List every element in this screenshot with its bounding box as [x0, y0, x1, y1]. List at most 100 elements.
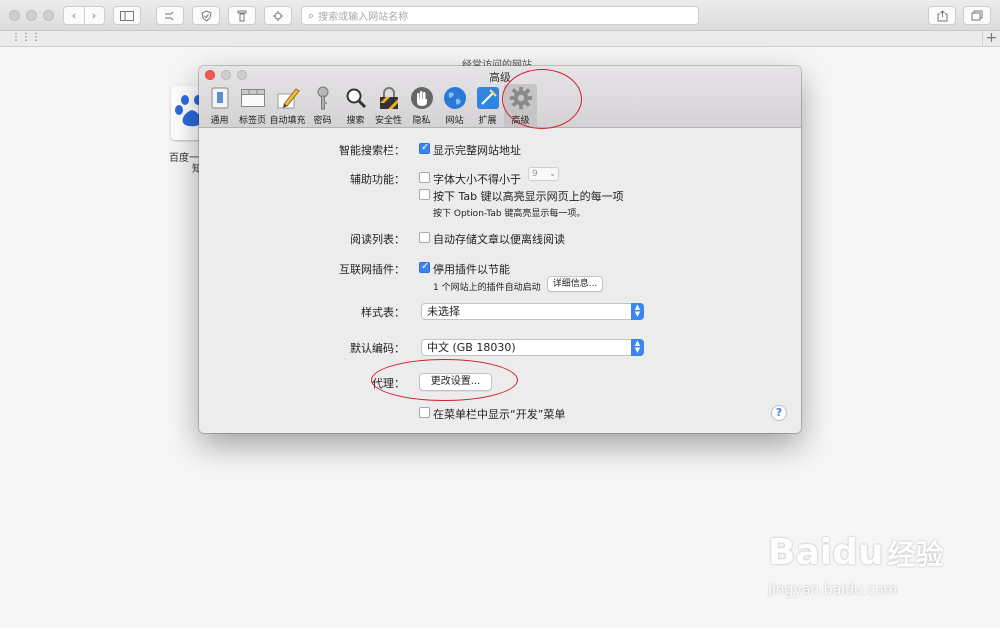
filter-icon — [237, 10, 247, 21]
tab-passwords[interactable]: 密码 — [306, 84, 339, 127]
tab-extensions[interactable]: 扩展 — [471, 84, 504, 127]
default-encoding-label: 默认编码： — [350, 342, 405, 355]
key-icon — [311, 86, 335, 110]
back-icon[interactable]: ‹ — [64, 9, 84, 22]
shuffle-icon — [165, 11, 174, 20]
tab-label: 密码 — [313, 116, 332, 126]
favorites-bar: ⋮⋮⋮ + — [0, 31, 1000, 47]
tabs-overview-button[interactable] — [963, 6, 991, 25]
show-develop-menu-text: 在菜单栏中显示“开发”菜单 — [433, 408, 566, 421]
advanced-pane: 智能搜索栏： 显示完整网站地址 辅助功能： 字体大小不得小于 9 ⌄ 按下 Ta… — [199, 128, 801, 433]
browser-minimize-button[interactable] — [26, 10, 37, 21]
tab-websites[interactable]: 网站 — [438, 84, 471, 127]
magnifier-icon — [344, 86, 368, 110]
forward-icon[interactable]: › — [84, 9, 104, 22]
baidu-watermark: Baidu 经验 jingyan.baidu.com — [768, 532, 944, 598]
preferences-window: 高级 通用 标签页 自动填充 密码 搜索 安全性 隐私 网站 扩展 高级 智能搜… — [199, 66, 801, 433]
tab-label: 搜索 — [346, 116, 365, 126]
address-placeholder: 搜索或输入网站名称 — [318, 12, 409, 23]
show-develop-menu-checkbox[interactable] — [419, 407, 430, 418]
accessibility-label: 辅助功能： — [350, 173, 405, 186]
min-font-size-value: 9 — [532, 169, 538, 179]
min-font-size-text: 字体大小不得小于 — [433, 173, 521, 186]
browser-close-button[interactable] — [9, 10, 20, 21]
tabs-icon — [240, 86, 265, 110]
min-font-size-select[interactable]: 9 ⌄ — [528, 167, 559, 181]
puzzle-icon — [476, 86, 500, 110]
stylesheet-popup[interactable]: 未选择 ▲ ▼ — [421, 303, 644, 320]
hand-icon — [410, 86, 434, 110]
proxies-label: 代理： — [372, 377, 405, 390]
popup-arrows-icon: ▲ ▼ — [631, 303, 644, 320]
tab-search[interactable]: 搜索 — [339, 84, 372, 127]
offline-reading-text: 自动存储文章以便离线阅读 — [433, 233, 565, 246]
address-bar[interactable]: ⌕ 搜索或输入网站名称 — [301, 6, 699, 25]
autofill-pencil-icon — [276, 86, 300, 110]
watermark-url: jingyan.baidu.com — [768, 582, 898, 598]
extension-button-3[interactable] — [228, 6, 256, 25]
extension-button-4[interactable] — [264, 6, 292, 25]
tab-security[interactable]: 安全性 — [372, 84, 405, 127]
tab-general[interactable]: 通用 — [203, 84, 236, 127]
help-button[interactable]: ? — [771, 405, 787, 421]
tab-advanced[interactable]: 高级 — [504, 84, 537, 127]
watermark-brand: Bai — [768, 532, 833, 573]
tab-label: 自动填充 — [269, 116, 306, 126]
tab-label: 网站 — [445, 116, 464, 126]
default-encoding-value: 中文 (GB 18030) — [427, 341, 516, 354]
tab-label: 高级 — [511, 116, 530, 126]
sidebar-toggle-button[interactable] — [113, 6, 141, 25]
general-icon — [208, 86, 232, 110]
lock-icon — [377, 86, 401, 110]
tab-label: 标签页 — [238, 116, 266, 126]
tab-highlight-checkbox[interactable] — [419, 189, 430, 200]
back-forward-buttons: ‹ › — [63, 6, 105, 25]
preferences-tabs: 通用 标签页 自动填充 密码 搜索 安全性 隐私 网站 扩展 高级 — [203, 84, 537, 128]
preferences-titlebar: 高级 通用 标签页 自动填充 密码 搜索 安全性 隐私 网站 扩展 高级 — [199, 66, 801, 128]
tab-label: 通用 — [210, 116, 229, 126]
stop-plugins-text: 停用插件以节能 — [433, 263, 510, 276]
chevron-down-icon: ⌄ — [549, 169, 556, 178]
offline-reading-checkbox[interactable] — [419, 232, 430, 243]
show-full-address-checkbox[interactable] — [419, 142, 430, 154]
tab-label: 安全性 — [374, 116, 402, 126]
show-full-address-text: 显示完整网站地址 — [433, 144, 521, 157]
stylesheet-label: 样式表： — [361, 306, 405, 319]
default-encoding-popup[interactable]: 中文 (GB 18030) ▲ ▼ — [421, 339, 644, 356]
tab-label: 隐私 — [412, 116, 431, 126]
popup-arrows-icon: ▲ ▼ — [631, 339, 644, 356]
tab-label: 扩展 — [478, 116, 497, 126]
watermark-brand-2: du — [832, 532, 884, 573]
extension-button-1[interactable] — [156, 6, 184, 25]
share-button[interactable] — [928, 6, 956, 25]
smart-search-label: 智能搜索栏： — [339, 144, 405, 157]
globe-icon — [443, 86, 467, 110]
plugin-details-button[interactable]: 详细信息... — [547, 276, 603, 292]
stop-plugins-checkbox[interactable] — [419, 261, 430, 273]
internet-plugins-label: 互联网插件： — [339, 263, 405, 276]
tab-autofill[interactable]: 自动填充 — [269, 84, 306, 127]
share-icon — [937, 9, 947, 21]
extension-button-2[interactable] — [192, 6, 220, 25]
bug-icon — [273, 10, 283, 21]
grid-icon[interactable]: ⋮⋮⋮ — [11, 32, 41, 43]
tab-tabs[interactable]: 标签页 — [236, 84, 269, 127]
browser-zoom-button[interactable] — [43, 10, 54, 21]
sidebar-icon — [120, 10, 134, 21]
browser-toolbar: ‹ › ⌕ 搜索或输入网站名称 — [0, 0, 1000, 31]
shield-icon — [200, 9, 212, 22]
change-proxy-settings-button[interactable]: 更改设置... — [419, 373, 492, 391]
plugins-autostart-hint: 1 个网站上的插件自动启动 — [433, 283, 541, 293]
stylesheet-value: 未选择 — [427, 305, 460, 318]
reading-list-label: 阅读列表： — [350, 233, 405, 246]
min-font-size-checkbox[interactable] — [419, 172, 430, 183]
search-icon: ⌕ — [308, 8, 315, 22]
watermark-brand-cn: 经验 — [887, 538, 944, 571]
tabs-overview-icon — [971, 10, 983, 21]
tab-highlight-text: 按下 Tab 键以高亮显示网页上的每一项 — [433, 190, 624, 203]
tab-highlight-hint: 按下 Option-Tab 键高亮显示每一项。 — [433, 209, 586, 219]
gear-icon — [509, 86, 533, 110]
new-tab-button[interactable]: + — [982, 31, 1000, 46]
tab-privacy[interactable]: 隐私 — [405, 84, 438, 127]
window-title: 高级 — [489, 71, 511, 84]
